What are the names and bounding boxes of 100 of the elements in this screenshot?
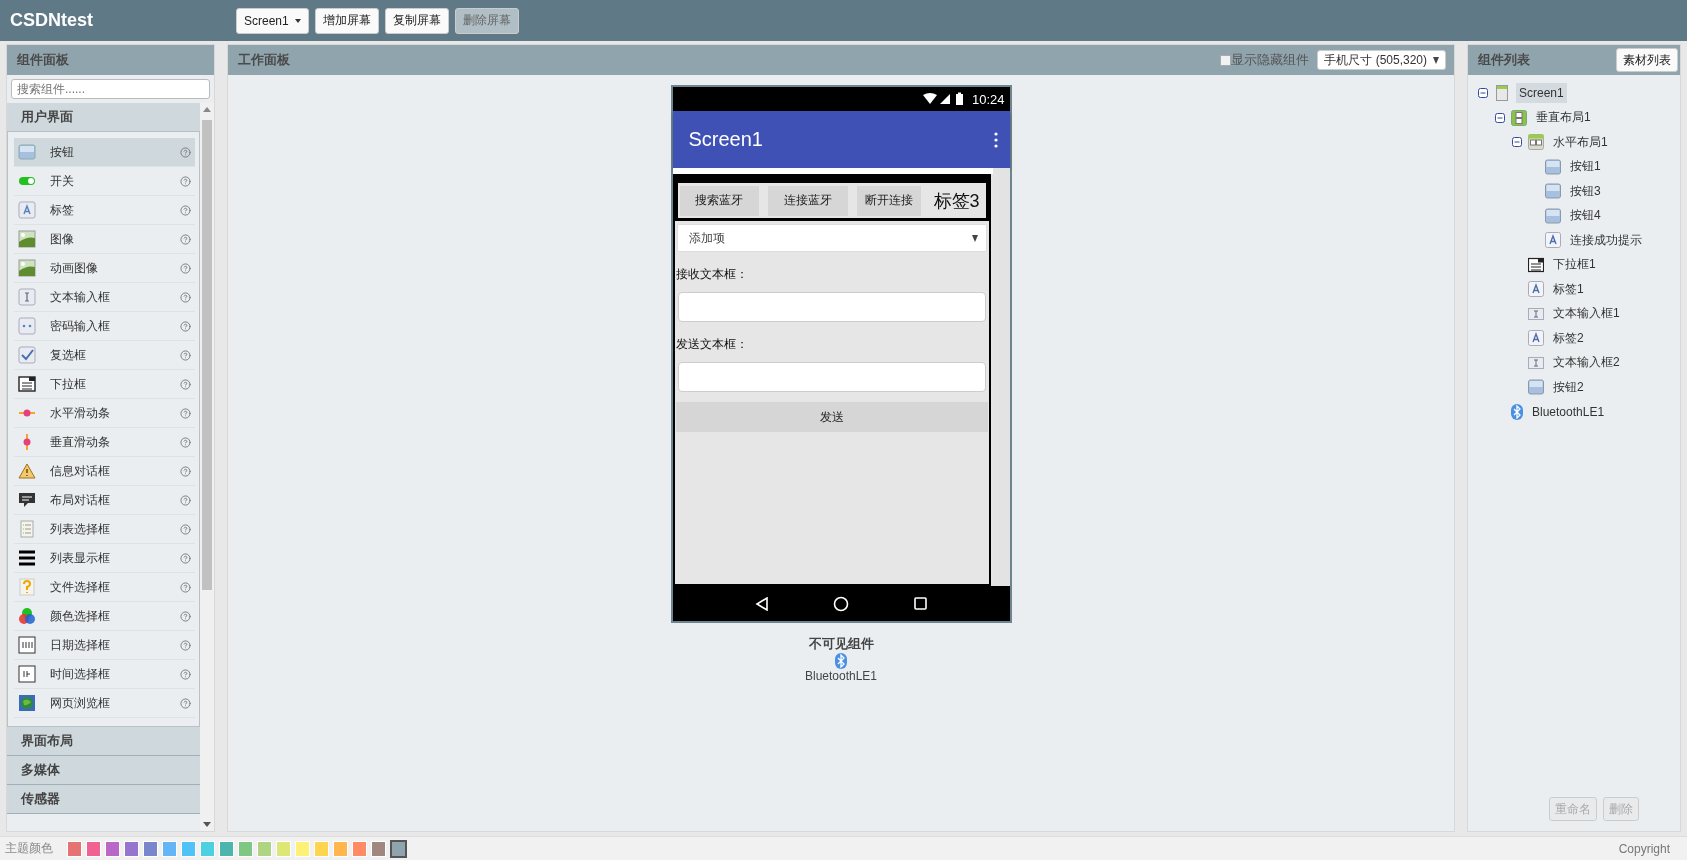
help-icon[interactable]	[180, 552, 191, 564]
palette-item[interactable]: 水平滑动条	[14, 399, 195, 428]
tree-item[interactable]: 文本输入框2	[1550, 351, 1623, 375]
screen-dropdown[interactable]: Screen1	[236, 7, 309, 34]
item-label: 布局对话框	[50, 491, 111, 509]
scrollbar[interactable]	[200, 103, 214, 831]
button-icon	[1528, 379, 1544, 396]
checkbox[interactable]	[1220, 54, 1232, 66]
category-header[interactable]: 传感器	[7, 785, 200, 814]
tree-item[interactable]: 文本输入框1	[1550, 302, 1623, 326]
more-icon[interactable]	[993, 131, 998, 148]
palette-item[interactable]: 图像	[14, 225, 195, 254]
clock-icon	[18, 665, 36, 683]
help-icon[interactable]	[180, 320, 191, 332]
palette-item[interactable]: 日期选择框	[14, 631, 195, 660]
item-label: 下拉框	[50, 375, 87, 393]
field-label: 发送文本框：	[675, 336, 749, 353]
recents-icon[interactable]	[914, 597, 928, 610]
input-field[interactable]	[677, 362, 986, 392]
help-icon[interactable]	[180, 697, 191, 709]
spinner[interactable]: 添加项	[676, 224, 987, 252]
item-label: 按钮	[50, 143, 75, 161]
field-label: 接收文本框：	[675, 266, 749, 283]
back-icon[interactable]	[754, 596, 769, 611]
bluetooth-icon	[835, 653, 847, 669]
palette-item[interactable]: 复选框	[14, 341, 195, 370]
palette-item[interactable]: 标签	[14, 196, 195, 225]
color-swatch[interactable]	[390, 839, 407, 858]
item-label: 图像	[50, 230, 75, 248]
phone-button[interactable]: 连接蓝牙	[768, 185, 848, 216]
palette-item[interactable]: 垂直滑动条	[14, 428, 195, 457]
item-label: 复选框	[50, 346, 87, 364]
help-icon[interactable]	[180, 610, 191, 622]
tree-item[interactable]: 标签1	[1550, 277, 1587, 301]
item-label: 时间选择框	[50, 665, 111, 683]
help-icon[interactable]	[180, 407, 191, 419]
help-icon[interactable]	[180, 204, 191, 216]
collapse-icon[interactable]	[1478, 88, 1488, 99]
help-icon[interactable]	[180, 378, 191, 390]
palette-item[interactable]: 列表选择框	[14, 515, 195, 544]
item-label: 颜色选择框	[50, 607, 111, 625]
tree-item[interactable]: 按钮1	[1567, 155, 1604, 179]
collapse-icon[interactable]	[1495, 112, 1505, 123]
palette-item[interactable]: 文本输入框	[14, 283, 195, 312]
search-field[interactable]: 搜索组件......	[11, 79, 210, 99]
screen-button[interactable]: 复制屏幕	[384, 7, 449, 34]
tree-item[interactable]: BluetoothLE1	[1529, 401, 1608, 422]
help-icon[interactable]	[180, 581, 191, 593]
help-icon[interactable]	[180, 146, 191, 158]
item-label: 标签	[50, 201, 75, 219]
tree-item[interactable]: Screen1	[1516, 83, 1567, 104]
tree-item[interactable]: 连接成功提示	[1567, 228, 1645, 252]
assets-button[interactable]: 素材列表	[1616, 48, 1678, 72]
tree-item[interactable]: 垂直布局1	[1533, 106, 1594, 130]
palette-item[interactable]: 动画图像	[14, 254, 195, 283]
help-icon[interactable]	[180, 349, 191, 361]
palette-item[interactable]: 布局对话框	[14, 486, 195, 515]
palette-item[interactable]: 颜色选择框	[14, 602, 195, 631]
item-label: 列表选择框	[50, 520, 111, 538]
input-field[interactable]	[677, 292, 986, 322]
letter-a-icon	[1528, 330, 1544, 347]
help-icon[interactable]	[180, 465, 191, 477]
palette-item[interactable]: 列表显示框	[14, 544, 195, 573]
palette-item[interactable]: 网页浏览框	[14, 689, 195, 718]
phone-button[interactable]: 搜索蓝牙	[679, 185, 759, 216]
help-icon[interactable]	[180, 494, 191, 506]
help-icon[interactable]	[180, 523, 191, 535]
theme-label: 主题颜色	[5, 840, 53, 857]
menu-lines-icon	[18, 549, 36, 567]
category-header[interactable]: 用户界面	[7, 103, 200, 132]
palette-item[interactable]: 开关	[14, 167, 195, 196]
help-icon[interactable]	[180, 639, 191, 651]
tree-item[interactable]: 按钮2	[1550, 375, 1587, 399]
image-icon	[18, 230, 36, 248]
tree-item[interactable]: 标签2	[1550, 326, 1587, 350]
palette-item[interactable]: 信息对话框	[14, 457, 195, 486]
category-header[interactable]: 界面布局	[7, 727, 200, 756]
palette-item[interactable]: 按钮	[14, 138, 195, 167]
send-button[interactable]: 发送	[675, 402, 988, 432]
help-icon[interactable]	[180, 291, 191, 303]
size-dropdown[interactable]: 手机尺寸 (505,320)	[1317, 50, 1446, 70]
button-icon	[1545, 207, 1561, 224]
home-icon[interactable]	[833, 595, 850, 612]
tree-item[interactable]: 按钮4	[1567, 204, 1604, 228]
tree-item[interactable]: 按钮3	[1567, 179, 1604, 203]
help-icon[interactable]	[180, 668, 191, 680]
collapse-icon[interactable]	[1512, 137, 1522, 148]
palette-item[interactable]: 下拉框	[14, 370, 195, 399]
help-icon[interactable]	[180, 436, 191, 448]
category-header[interactable]: 多媒体	[7, 756, 200, 785]
palette-item[interactable]: 文件选择框	[14, 573, 195, 602]
palette-item[interactable]: 密码输入框	[14, 312, 195, 341]
phone-button[interactable]: 断开连接	[856, 185, 921, 216]
screen-button[interactable]: 增加屏幕	[314, 7, 379, 34]
help-icon[interactable]	[180, 262, 191, 274]
help-icon[interactable]	[180, 175, 191, 187]
palette-item[interactable]: 时间选择框	[14, 660, 195, 689]
tree-item[interactable]: 下拉框1	[1550, 253, 1599, 277]
help-icon[interactable]	[180, 233, 191, 245]
tree-item[interactable]: 水平布局1	[1550, 130, 1611, 154]
